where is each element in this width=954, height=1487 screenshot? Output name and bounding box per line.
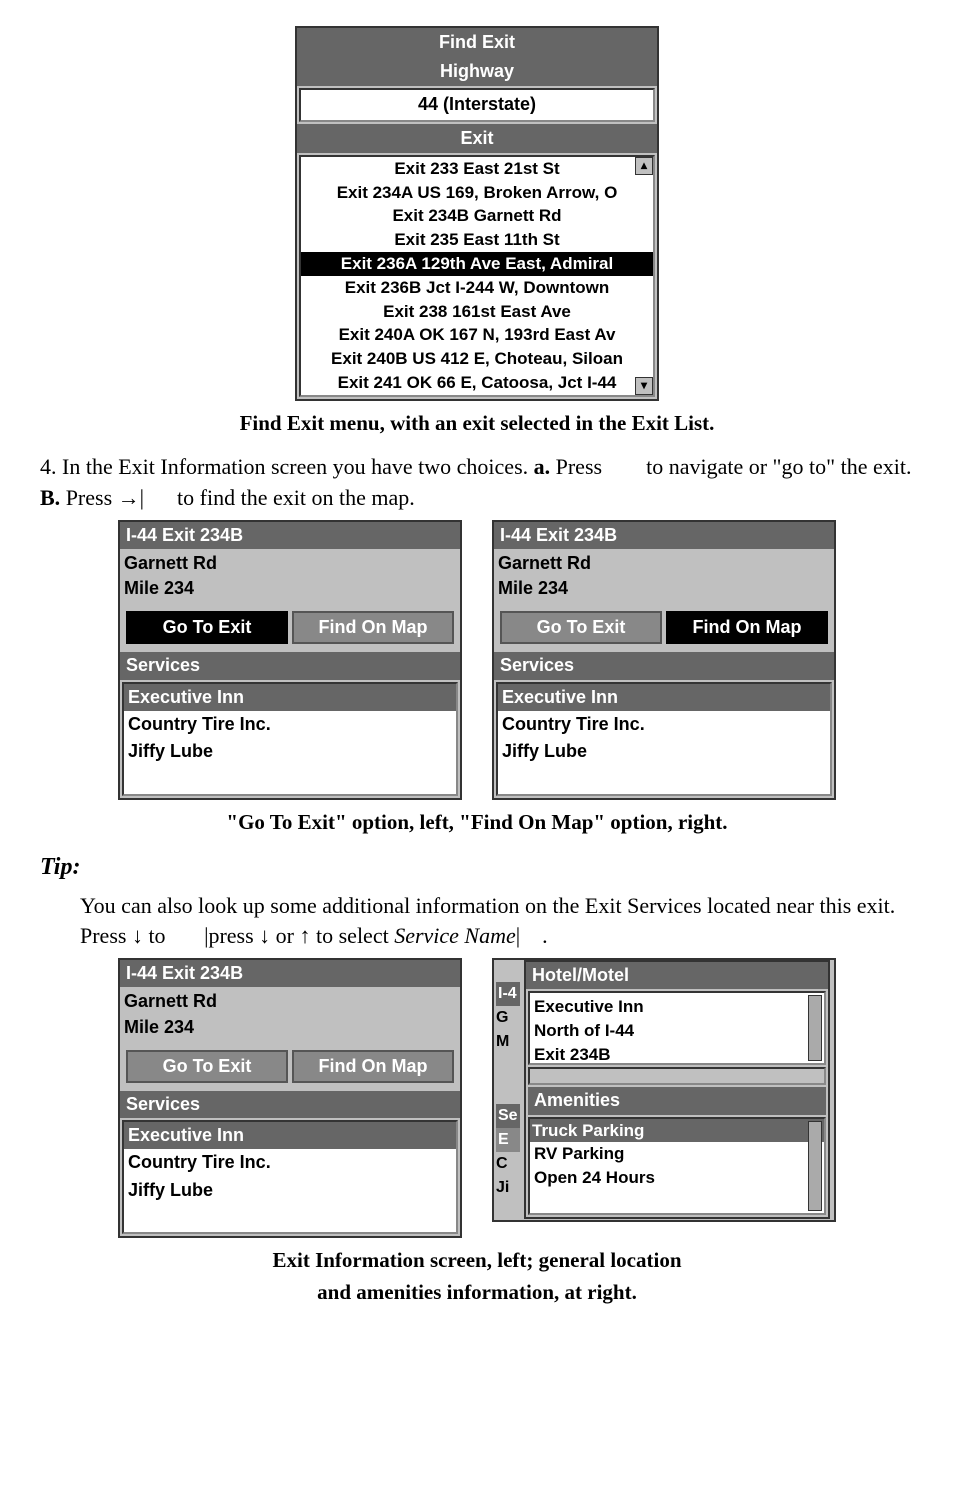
popup-header: Hotel/Motel [526, 962, 828, 989]
list-item[interactable]: Exit 235 East 11th St [301, 228, 653, 252]
thin-bar[interactable] [528, 1067, 826, 1085]
mile-marker: Mile 234 [124, 576, 456, 601]
window-title: Find Exit [297, 28, 657, 57]
services-list[interactable]: Executive Inn Country Tire Inc. Jiffy Lu… [122, 1120, 458, 1234]
road-name: Garnett Rd [124, 989, 456, 1014]
amenities-label: Amenities [528, 1087, 826, 1114]
info-header: I-44 Exit 234B [494, 522, 834, 549]
list-item[interactable]: Exit 234A US 169, Broken Arrow, O [301, 181, 653, 205]
popup-info: Executive Inn North of I-44 Exit 234B [528, 991, 826, 1065]
list-item[interactable]: Exit 240A OK 167 N, 193rd East Av [301, 323, 653, 347]
list-item[interactable]: Exit 238 161st East Ave [301, 300, 653, 324]
exit-list[interactable]: ▴ Exit 233 East 21st St Exit 234A US 169… [299, 155, 655, 397]
mile-marker: Mile 234 [124, 1015, 456, 1040]
service-item[interactable]: Jiffy Lube [124, 738, 456, 765]
service-item[interactable]: Executive Inn [124, 1122, 456, 1149]
service-item[interactable]: Executive Inn [498, 684, 830, 711]
amenities-popup-container: I-4 G M Se E C Ji Hotel/Motel Executive … [492, 958, 836, 1222]
info-header: I-44 Exit 234B [120, 960, 460, 987]
list-item[interactable]: Exit 233 East 21st St [301, 157, 653, 181]
exit-label: Exit [297, 124, 657, 153]
services-label: Services [120, 652, 460, 679]
go-to-exit-button[interactable]: Go To Exit [500, 611, 662, 644]
list-item[interactable]: Exit 236B Jct I-244 W, Downtown [301, 276, 653, 300]
amenity-item-selected[interactable]: Truck Parking [530, 1119, 824, 1143]
go-to-exit-button[interactable]: Go To Exit [126, 611, 288, 644]
services-label: Services [120, 1091, 460, 1118]
go-to-exit-button[interactable]: Go To Exit [126, 1050, 288, 1083]
amenities-list[interactable]: Truck Parking RV Parking Open 24 Hours [528, 1117, 826, 1215]
list-item[interactable]: Exit 241 OK 66 E, Catoosa, Jct I-44 [301, 371, 653, 395]
list-item[interactable]: Exit 234B Garnett Rd [301, 204, 653, 228]
services-list[interactable]: Executive Inn Country Tire Inc. Jiffy Lu… [496, 682, 832, 796]
caption: Exit Information screen, left; general l… [40, 1246, 914, 1275]
list-item[interactable]: Exit 240B US 412 E, Choteau, Siloan [301, 347, 653, 371]
road-name: Garnett Rd [498, 551, 830, 576]
exit-info-screen-right: I-44 Exit 234B Garnett Rd Mile 234 Go To… [492, 520, 836, 800]
scroll-up-icon[interactable]: ▴ [635, 157, 653, 175]
road-name: Garnett Rd [124, 551, 456, 576]
list-item-selected[interactable]: Exit 236A 129th Ave East, Admiral [301, 252, 653, 276]
caption: "Go To Exit" option, left, "Find On Map"… [40, 808, 914, 837]
exit-info-screen-services: I-44 Exit 234B Garnett Rd Mile 234 Go To… [118, 958, 462, 1238]
highway-label: Highway [297, 57, 657, 86]
amenities-popup: Hotel/Motel Executive Inn North of I-44 … [524, 960, 830, 1218]
service-item[interactable]: Country Tire Inc. [124, 711, 456, 738]
find-exit-window: Find Exit Highway 44 (Interstate) Exit ▴… [295, 26, 659, 401]
highway-field[interactable]: 44 (Interstate) [299, 88, 655, 121]
mile-marker: Mile 234 [498, 576, 830, 601]
service-item[interactable]: Country Tire Inc. [498, 711, 830, 738]
bg-letters: I-4 G M Se E C Ji [496, 982, 520, 1200]
scroll-down-icon[interactable]: ▾ [635, 377, 653, 395]
scrollbar[interactable] [808, 1121, 822, 1211]
step-text: 4. In the Exit Information screen you ha… [40, 452, 914, 514]
amenity-item[interactable]: RV Parking [534, 1142, 820, 1166]
services-list[interactable]: Executive Inn Country Tire Inc. Jiffy Lu… [122, 682, 458, 796]
caption: Find Exit menu, with an exit selected in… [40, 409, 914, 438]
find-on-map-button[interactable]: Find On Map [292, 1050, 454, 1083]
info-header: I-44 Exit 234B [120, 522, 460, 549]
service-item[interactable]: Executive Inn [124, 684, 456, 711]
service-item[interactable]: Country Tire Inc. [124, 1149, 456, 1176]
service-item[interactable]: Jiffy Lube [124, 1177, 456, 1204]
services-label: Services [494, 652, 834, 679]
find-on-map-button[interactable]: Find On Map [292, 611, 454, 644]
scrollbar[interactable] [808, 995, 822, 1061]
tip-text: You can also look up some additional inf… [80, 891, 914, 953]
caption: and amenities information, at right. [40, 1278, 914, 1307]
exit-info-screen-left: I-44 Exit 234B Garnett Rd Mile 234 Go To… [118, 520, 462, 800]
tip-label: Tip: [40, 851, 914, 885]
service-item[interactable]: Jiffy Lube [498, 738, 830, 765]
find-on-map-button[interactable]: Find On Map [666, 611, 828, 644]
amenity-item[interactable]: Open 24 Hours [534, 1166, 820, 1190]
